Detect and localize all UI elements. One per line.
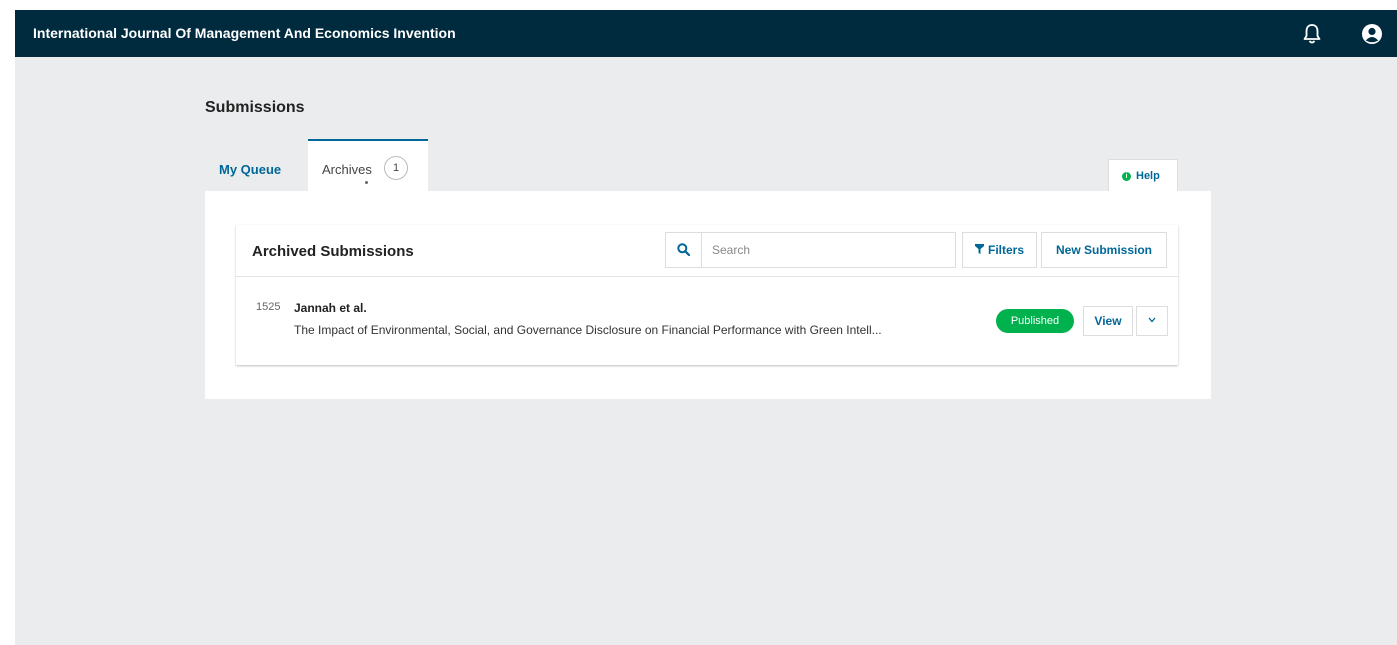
search-input[interactable]: [712, 242, 942, 258]
expand-button[interactable]: [1136, 306, 1168, 336]
list-header: Archived Submissions Filters N: [236, 225, 1178, 277]
user-circle-icon[interactable]: [1361, 23, 1383, 45]
tab-archives-label: Archives: [322, 162, 372, 177]
archives-count-badge: 1: [384, 156, 408, 180]
search-icon: [677, 243, 690, 256]
filters-button[interactable]: Filters: [962, 232, 1037, 268]
page-title: Submissions: [205, 99, 305, 116]
archives-panel: Archived Submissions Filters N: [205, 191, 1211, 399]
search-box: [665, 232, 956, 268]
site-title[interactable]: International Journal Of Management And …: [33, 25, 456, 41]
tab-my-queue[interactable]: My Queue: [219, 162, 281, 177]
filter-icon: [974, 233, 984, 267]
filters-label: Filters: [987, 243, 1024, 257]
info-icon: i: [1122, 172, 1131, 181]
search-button[interactable]: [666, 233, 702, 267]
list-title: Archived Submissions: [252, 243, 414, 260]
list-item: 1525 Jannah et al. The Impact of Environ…: [236, 277, 1178, 365]
status-badge: Published: [996, 309, 1074, 333]
app-window: International Journal Of Management And …: [15, 10, 1397, 645]
help-label: Help: [1136, 170, 1160, 182]
help-button[interactable]: i Help: [1108, 159, 1178, 192]
submission-id: 1525: [256, 301, 281, 313]
chevron-down-icon: [1148, 317, 1156, 323]
active-tab-indicator: [365, 181, 368, 184]
tab-archives[interactable]: Archives 1: [308, 139, 428, 192]
submission-authors: Jannah et al.: [294, 301, 367, 315]
bell-icon[interactable]: [1303, 23, 1321, 45]
top-bar: International Journal Of Management And …: [15, 10, 1397, 57]
view-button[interactable]: View: [1083, 306, 1133, 336]
new-submission-button[interactable]: New Submission: [1041, 232, 1167, 268]
submission-title: The Impact of Environmental, Social, and…: [294, 323, 882, 337]
submissions-list-card: Archived Submissions Filters N: [236, 225, 1178, 365]
